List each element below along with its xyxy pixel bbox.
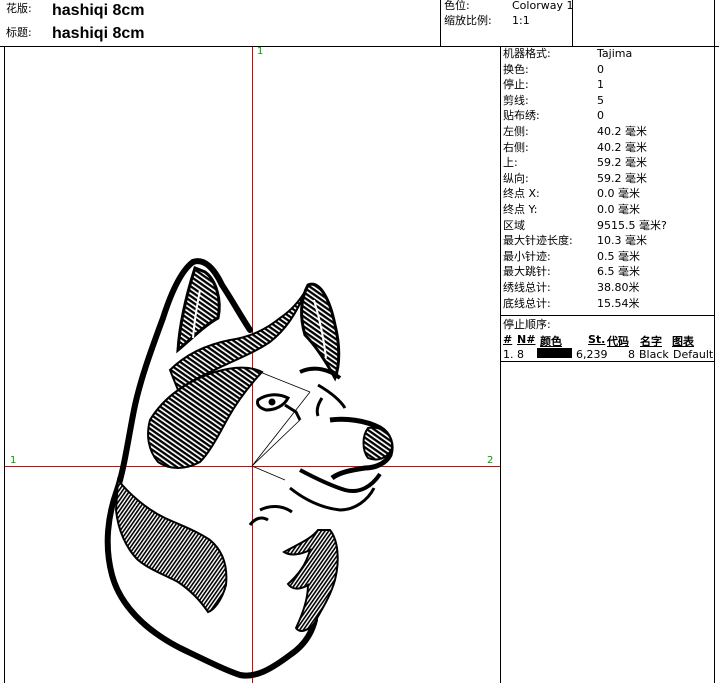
stop-row-name: Black	[639, 348, 669, 361]
color-swatch	[537, 348, 572, 358]
neck-fur	[114, 477, 228, 614]
info-label: 左侧:	[503, 125, 529, 138]
header-divider-3	[714, 0, 715, 46]
info-value: 59.2 毫米	[597, 171, 647, 185]
axis-label-top: 1	[257, 46, 264, 57]
info-value: 40.2 毫米	[597, 140, 647, 154]
chest-fur	[282, 529, 339, 632]
vertical-axis-line	[252, 47, 253, 683]
stop-row-chart: Default	[673, 348, 714, 361]
info-bottom-rule	[500, 315, 714, 316]
canvas-right-border	[500, 46, 501, 683]
head-outline	[104, 259, 318, 679]
stop-row-needle: 8	[517, 348, 524, 361]
info-label: 最大跳针:	[503, 265, 551, 279]
info-label: 上:	[503, 156, 518, 170]
info-label: 区域	[503, 218, 525, 232]
scale-label: 缩放比例:	[444, 14, 492, 27]
info-label: 机器格式:	[503, 47, 551, 60]
info-value: Tajima	[597, 47, 633, 60]
canvas-left-border	[4, 46, 5, 683]
design-value: hashiqi 8cm	[52, 2, 145, 19]
info-label: 最小针迹:	[503, 249, 551, 263]
info-value: 0.0 毫米	[597, 203, 640, 216]
info-value: 5	[597, 93, 604, 107]
title-label: 标题:	[6, 26, 32, 39]
left-ear	[176, 266, 221, 354]
colorway-value: Colorway 1	[512, 0, 574, 12]
cheek-mask	[147, 366, 264, 469]
horizontal-axis-line	[5, 466, 500, 467]
info-label: 终点 X:	[503, 187, 540, 201]
info-label: 纵向:	[503, 171, 529, 185]
right-ear	[300, 282, 341, 382]
info-value: 6.5 毫米	[597, 265, 640, 279]
info-value: 59.2 毫米	[597, 156, 647, 170]
snout	[329, 416, 394, 481]
info-label: 停止:	[503, 78, 529, 92]
jaw	[299, 468, 382, 493]
col-header-chart: 图表	[672, 335, 694, 348]
info-value: 10.3 毫米	[597, 234, 647, 248]
col-header-code: 代码	[607, 335, 629, 348]
info-label: 最大针迹长度:	[503, 234, 573, 248]
col-header-stitches: St.	[588, 333, 606, 346]
design-label: 花版:	[6, 2, 32, 15]
axis-label-right: 2	[487, 455, 494, 466]
stop-row-num: 1.	[503, 348, 514, 361]
info-value: 40.2 毫米	[597, 125, 647, 138]
header-divider-1	[440, 0, 441, 46]
col-header-color: 颜色	[540, 335, 562, 348]
stop-row-stitches: 6,239	[576, 348, 608, 361]
eye	[256, 393, 291, 412]
stop-sequence-bottom-rule	[500, 361, 714, 362]
panel-right-border	[714, 46, 715, 683]
title-value: hashiqi 8cm	[52, 25, 145, 42]
info-value: 1	[597, 78, 604, 92]
info-value: 9515.5 毫米?	[597, 218, 667, 232]
info-value: 15.54米	[597, 296, 640, 310]
col-header-needle: N#	[517, 333, 536, 346]
info-label: 终点 Y:	[503, 203, 538, 216]
forehead-band	[168, 289, 307, 392]
stop-row-code: 8	[628, 348, 635, 361]
info-label: 贴布绣:	[503, 109, 540, 123]
info-value: 0	[597, 62, 604, 76]
info-label: 右侧:	[503, 140, 529, 154]
info-value: 0.5 毫米	[597, 249, 640, 263]
info-value: 0.0 毫米	[597, 187, 640, 201]
nose	[362, 426, 394, 461]
info-label: 绣线总计:	[503, 281, 551, 294]
stop-sequence-title: 停止顺序:	[503, 318, 551, 331]
info-label: 剪线:	[503, 93, 529, 107]
info-value: 38.80米	[597, 281, 640, 294]
info-value: 0	[597, 109, 604, 123]
info-label: 底线总计:	[503, 296, 551, 310]
col-header-num: #	[503, 333, 513, 346]
axis-label-left: 1	[10, 455, 17, 466]
scale-value: 1:1	[512, 14, 530, 27]
info-label: 换色:	[503, 62, 529, 76]
colorway-label: 色位:	[444, 0, 470, 12]
col-header-name: 名字	[640, 335, 662, 348]
